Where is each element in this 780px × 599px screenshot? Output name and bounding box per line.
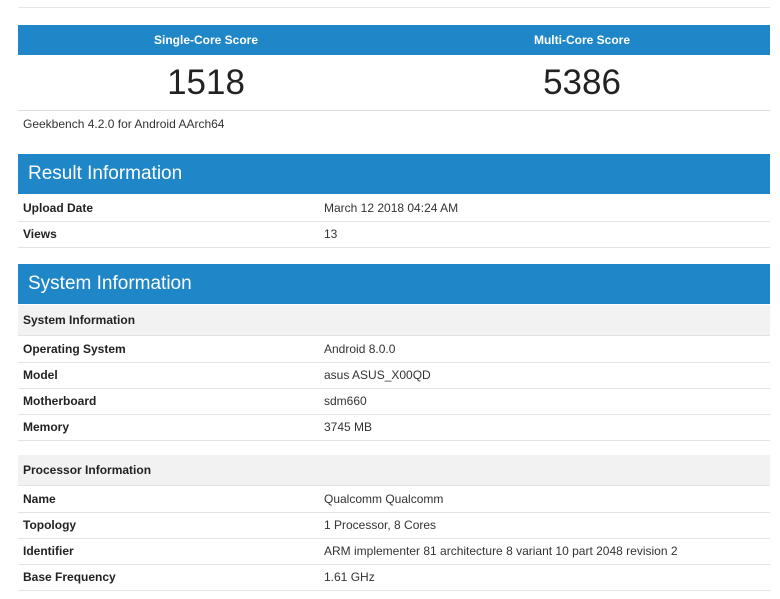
system-row-operating-system: Operating System Android 8.0.0 bbox=[18, 337, 770, 363]
score-divider bbox=[18, 110, 770, 111]
system-information-header: System Information bbox=[18, 264, 770, 304]
system-row-memory: Memory 3745 MB bbox=[18, 415, 770, 441]
row-key: Upload Date bbox=[23, 201, 94, 215]
system-row-motherboard: Motherboard sdm660 bbox=[18, 389, 770, 415]
processor-row-base-frequency: Base Frequency 1.61 GHz bbox=[18, 565, 770, 591]
row-value: 3745 MB bbox=[324, 420, 373, 434]
row-key: Operating System bbox=[23, 342, 126, 356]
row-key: Topology bbox=[23, 518, 77, 532]
system-row-model: Model asus ASUS_X00QD bbox=[18, 363, 770, 389]
row-value: 1 Processor, 8 Cores bbox=[324, 518, 437, 532]
row-value: sdm660 bbox=[324, 394, 367, 408]
result-information-header: Result Information bbox=[18, 154, 770, 194]
score-header: Single-Core Score Multi-Core Score bbox=[18, 25, 770, 55]
row-value: 1.61 GHz bbox=[324, 570, 375, 584]
row-value: ARM implementer 81 architecture 8 varian… bbox=[324, 544, 678, 558]
geekbench-version: Geekbench 4.2.0 for Android AArch64 bbox=[23, 117, 225, 131]
result-row-views: Views 13 bbox=[18, 222, 770, 248]
score-values: 1518 5386 bbox=[18, 55, 770, 110]
system-information-subheader: System Information bbox=[18, 305, 770, 336]
row-key: Identifier bbox=[23, 544, 74, 558]
single-core-score-label: Single-Core Score bbox=[153, 33, 259, 47]
row-value: 13 bbox=[324, 227, 338, 241]
row-key: Name bbox=[23, 492, 56, 506]
row-key: Model bbox=[23, 368, 58, 382]
row-key: Views bbox=[23, 227, 57, 241]
processor-row-topology: Topology 1 Processor, 8 Cores bbox=[18, 513, 770, 539]
multi-core-score-value: 5386 bbox=[543, 63, 621, 102]
row-key: Base Frequency bbox=[23, 570, 116, 584]
row-value: asus ASUS_X00QD bbox=[324, 368, 431, 382]
processor-information-subheader: Processor Information bbox=[18, 455, 770, 486]
top-divider bbox=[18, 7, 770, 8]
row-key: Motherboard bbox=[23, 394, 97, 408]
row-value: Android 8.0.0 bbox=[324, 342, 396, 356]
row-key: Memory bbox=[23, 420, 70, 434]
multi-core-score-label: Multi-Core Score bbox=[533, 33, 630, 47]
processor-row-identifier: Identifier ARM implementer 81 architectu… bbox=[18, 539, 770, 565]
row-value: Qualcomm Qualcomm bbox=[324, 492, 444, 506]
result-row-upload-date: Upload Date March 12 2018 04:24 AM bbox=[18, 196, 770, 222]
single-core-score-value: 1518 bbox=[167, 63, 245, 102]
row-value: March 12 2018 04:24 AM bbox=[324, 201, 459, 215]
processor-row-name: Name Qualcomm Qualcomm bbox=[18, 487, 770, 513]
